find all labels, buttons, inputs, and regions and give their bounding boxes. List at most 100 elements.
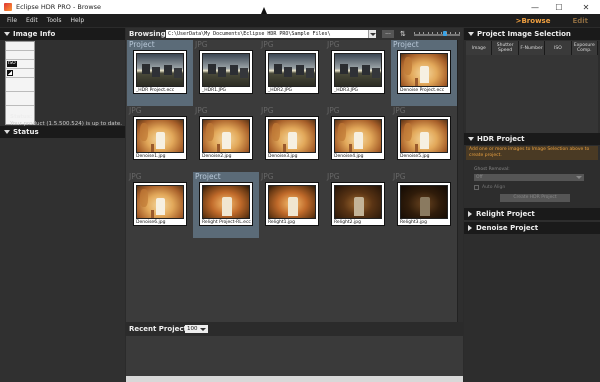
- ghost-removal-label: Ghost Removal:: [474, 167, 510, 172]
- menu-tools[interactable]: Tools: [47, 17, 62, 24]
- minimize-button[interactable]: —: [523, 0, 547, 14]
- file-thumbnail[interactable]: Denoise2.jpg: [199, 116, 253, 160]
- file-thumbnail[interactable]: _HDR3.JPG: [331, 50, 385, 94]
- app-logo-icon: [4, 3, 12, 11]
- zoom-slider-tick: [419, 32, 420, 34]
- thumbnail-image: [136, 119, 184, 153]
- hdr-project-message: Add one or more images to Image Selectio…: [466, 146, 598, 160]
- file-thumbnail[interactable]: Relight1.jpg: [265, 182, 319, 226]
- file-tile[interactable]: JPG Relight1.jpg: [259, 172, 325, 238]
- file-name-label: _HDR1.JPG: [202, 88, 227, 93]
- file-tile[interactable]: Project _HDR Project.ecc: [127, 40, 193, 106]
- mode-browse-tab[interactable]: >Browse: [516, 17, 551, 25]
- iso-tag: ISO: [7, 61, 17, 67]
- file-tile[interactable]: Project Relight Project-RL.ecc: [193, 172, 259, 238]
- file-name-label: Denoise6.jpg: [136, 220, 166, 225]
- column-header-shutter-speed[interactable]: Shutter Speed: [492, 41, 519, 55]
- file-tile[interactable]: JPG Denoise6.jpg: [127, 172, 193, 238]
- create-hdr-project-button[interactable]: Create HDR Project: [500, 194, 570, 202]
- image-selection-list[interactable]: [466, 55, 598, 135]
- relight-project-title: Relight Project: [476, 210, 535, 218]
- file-thumbnail[interactable]: Denoise1.jpg: [133, 116, 187, 160]
- browse-folder-button[interactable]: ...: [382, 30, 394, 38]
- file-thumbnail[interactable]: Denoise6.jpg: [133, 182, 187, 226]
- file-tile[interactable]: JPG Denoise3.jpg: [259, 106, 325, 172]
- file-type-label: Project: [129, 40, 155, 49]
- file-thumbnail[interactable]: Denoise Project.ecc: [397, 50, 451, 94]
- file-thumbnail[interactable]: Denoise5.jpg: [397, 116, 451, 160]
- file-thumbnail[interactable]: Denoise3.jpg: [265, 116, 319, 160]
- mode-edit-tab[interactable]: Edit: [572, 17, 588, 25]
- file-type-label: JPG: [261, 106, 274, 115]
- auto-align-option[interactable]: Auto Align: [474, 185, 505, 190]
- grid-scrollbar[interactable]: [457, 40, 463, 322]
- file-browser-grid: Project _HDR Project.ecc JPG _HDR1.JPG JPG _H…: [126, 40, 457, 322]
- maximize-button[interactable]: ☐: [547, 0, 571, 14]
- file-tile[interactable]: Project Denoise Project.ecc: [391, 40, 457, 106]
- zoom-slider-tick: [414, 32, 415, 34]
- file-tile[interactable]: JPG _HDR3.JPG: [325, 40, 391, 106]
- file-thumbnail[interactable]: Denoise4.jpg: [331, 116, 385, 160]
- file-type-label: JPG: [129, 172, 142, 181]
- zoom-slider-tick: [455, 32, 456, 34]
- file-tile[interactable]: JPG Denoise5.jpg: [391, 106, 457, 172]
- column-header-f-number[interactable]: F-Number: [518, 41, 546, 55]
- path-dropdown-button[interactable]: [368, 30, 376, 38]
- file-thumbnail[interactable]: _HDR1.JPG: [199, 50, 253, 94]
- ghost-removal-dropdown[interactable]: Off: [474, 174, 584, 181]
- menu-file[interactable]: File: [7, 17, 17, 24]
- file-thumbnail[interactable]: _HDR Project.ecc: [133, 50, 187, 94]
- file-name-label: Relight2.jpg: [334, 220, 361, 225]
- menu-help[interactable]: Help: [70, 17, 84, 24]
- column-header-image[interactable]: Image: [466, 41, 493, 55]
- file-name-label: Denoise2.jpg: [202, 154, 232, 159]
- file-thumbnail[interactable]: Relight2.jpg: [331, 182, 385, 226]
- horizontal-scrollbar[interactable]: [126, 376, 463, 382]
- thumbnail-image: [400, 119, 448, 153]
- path-input[interactable]: C:\UserData\My Documents\Eclipse HDR PRO…: [166, 30, 376, 38]
- image-info-header[interactable]: Image Info: [0, 28, 125, 40]
- file-tile[interactable]: JPG Denoise4.jpg: [325, 106, 391, 172]
- browsing-label: Browsing:: [129, 30, 169, 38]
- thumbnail-image: [202, 53, 250, 87]
- file-thumbnail[interactable]: _HDR2.JPG: [265, 50, 319, 94]
- menu-edit[interactable]: Edit: [26, 17, 38, 24]
- thumbnail-zoom-slider[interactable]: [414, 31, 460, 36]
- title-bar: Eclipse HDR PRO - Browse — ☐ ✕: [0, 0, 600, 14]
- expand-icon: [468, 225, 472, 231]
- relight-project-header[interactable]: Relight Project: [464, 208, 600, 220]
- file-name-label: Denoise3.jpg: [268, 154, 298, 159]
- status-label: Status:: [10, 114, 33, 120]
- file-tile[interactable]: JPG Relight2.jpg: [325, 172, 391, 238]
- thumbnail-image: [334, 53, 382, 87]
- hdr-project-header[interactable]: HDR Project: [464, 133, 600, 145]
- close-button[interactable]: ✕: [574, 0, 598, 14]
- status-header[interactable]: Status: [0, 126, 125, 138]
- project-image-selection-header[interactable]: Project Image Selection: [464, 28, 600, 40]
- file-type-label: JPG: [327, 106, 340, 115]
- sort-icon[interactable]: ⇅: [400, 30, 407, 38]
- denoise-project-title: Denoise Project: [476, 224, 539, 232]
- file-type-label: JPG: [327, 172, 340, 181]
- file-tile[interactable]: JPG Relight3.jpg: [391, 172, 457, 238]
- auto-align-checkbox[interactable]: [474, 185, 479, 190]
- file-tile[interactable]: JPG _HDR1.JPG: [193, 40, 259, 106]
- file-tile[interactable]: JPG _HDR2.JPG: [259, 40, 325, 106]
- file-tile[interactable]: JPG Denoise2.jpg: [193, 106, 259, 172]
- recent-count-dropdown[interactable]: 100: [185, 325, 208, 333]
- file-thumbnail[interactable]: Relight Project-RL.ecc: [199, 182, 253, 226]
- auto-align-label: Auto Align: [482, 185, 506, 190]
- collapse-icon: [4, 130, 10, 134]
- column-header-exposure-comp[interactable]: Exposure Comp.: [571, 41, 599, 55]
- file-name-label: Relight1.jpg: [268, 220, 295, 225]
- file-tile[interactable]: JPG Denoise1.jpg: [127, 106, 193, 172]
- file-type-label: JPG: [261, 172, 274, 181]
- denoise-project-header[interactable]: Denoise Project: [464, 222, 600, 234]
- zoom-slider-tick: [428, 32, 429, 34]
- thumbnail-image: [136, 53, 184, 87]
- right-panel: Project Image Selection Image Shutter Sp…: [464, 28, 600, 382]
- file-name-label: Relight Project-RL.ecc: [202, 220, 251, 225]
- column-header-iso[interactable]: ISO: [545, 41, 572, 55]
- file-name-label: _HDR2.JPG: [268, 88, 293, 93]
- file-thumbnail[interactable]: Relight3.jpg: [397, 182, 451, 226]
